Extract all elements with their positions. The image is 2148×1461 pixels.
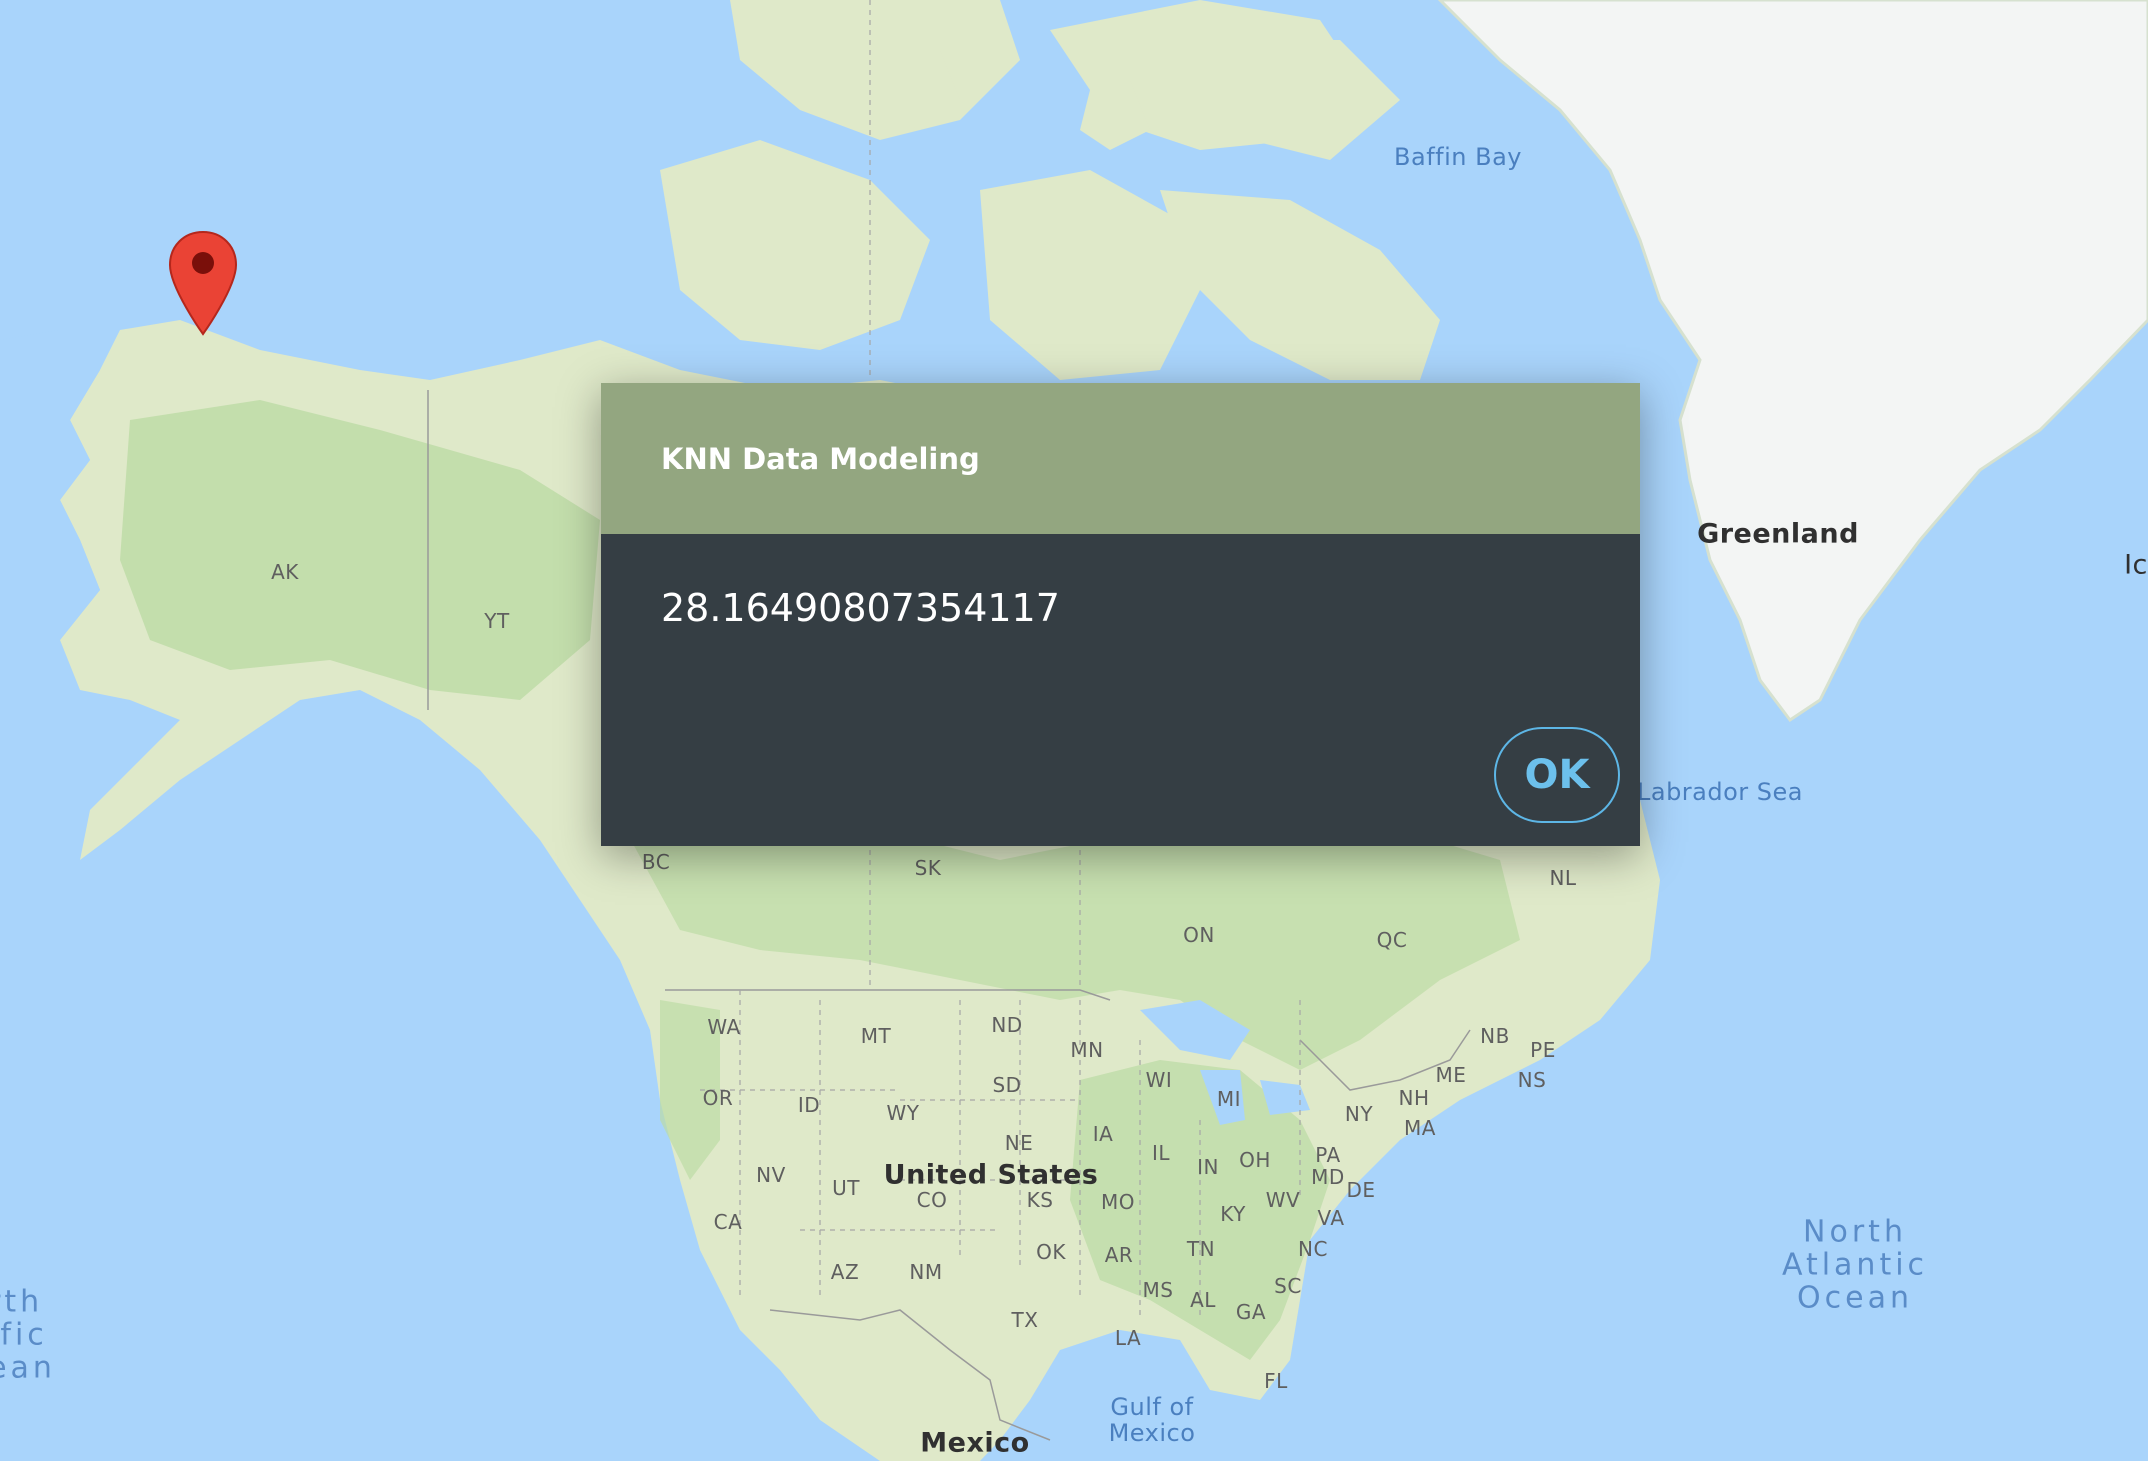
label-region: KS (1026, 1188, 1054, 1212)
label-greenland: Greenland (1697, 518, 1859, 550)
dialog-header: KNN Data Modeling (601, 383, 1640, 534)
label-region: MN (1070, 1038, 1104, 1062)
dialog-body: 28.16490807354117 (601, 534, 1640, 846)
label-region: MI (1216, 1087, 1242, 1111)
label-region: IA (1092, 1122, 1114, 1146)
label-region: BC (641, 850, 671, 874)
label-region: UT (832, 1176, 860, 1200)
label-region: PE (1530, 1038, 1556, 1062)
label-region: SC (1274, 1274, 1302, 1298)
label-gulf-of-mexico: Gulf of Mexico (1108, 1393, 1196, 1447)
label-region: LA (1114, 1326, 1142, 1350)
map-pin-icon[interactable] (168, 230, 238, 336)
dialog-message: 28.16490807354117 (661, 586, 1060, 630)
label-region: NM (909, 1260, 943, 1284)
label-region: MD (1311, 1165, 1345, 1189)
ok-button[interactable]: OK (1494, 727, 1620, 823)
dialog-title: KNN Data Modeling (661, 441, 980, 476)
label-region: KY (1220, 1202, 1246, 1226)
label-region: NL (1549, 866, 1577, 890)
label-region: NE (1004, 1131, 1034, 1155)
label-mexico: Mexico (920, 1427, 1030, 1459)
label-region: OK (1036, 1240, 1066, 1264)
label-region: MO (1101, 1190, 1135, 1214)
label-region: SD (992, 1073, 1022, 1097)
label-region: WI (1145, 1068, 1173, 1092)
label-region: TX (1011, 1308, 1039, 1332)
label-region: NS (1517, 1068, 1547, 1092)
label-region: OH (1239, 1148, 1271, 1172)
label-region: AK (271, 560, 299, 584)
label-region: PA (1315, 1143, 1341, 1167)
label-region: AR (1104, 1243, 1134, 1267)
label-region: ON (1183, 923, 1215, 947)
label-region: TN (1186, 1237, 1216, 1261)
label-baffin-bay: Baffin Bay (1394, 143, 1522, 171)
label-region: CA (713, 1210, 743, 1234)
label-region: MA (1404, 1116, 1436, 1140)
label-region: NB (1480, 1024, 1510, 1048)
label-region: CO (916, 1188, 948, 1212)
label-region: MS (1142, 1278, 1174, 1302)
label-region: WV (1265, 1188, 1301, 1212)
label-region: NH (1398, 1086, 1430, 1110)
label-region: ID (797, 1093, 821, 1117)
label-region: WA (707, 1015, 741, 1039)
label-region: GA (1235, 1300, 1267, 1324)
label-region: ME (1435, 1063, 1467, 1087)
label-region: IN (1197, 1155, 1219, 1179)
label-region: OR (702, 1086, 734, 1110)
label-region: AZ (830, 1260, 860, 1284)
label-north-pacific-ocean: rth ific ean (0, 1284, 56, 1386)
label-region: FL (1264, 1369, 1288, 1393)
label-region: WY (886, 1101, 920, 1125)
label-region: VA (1317, 1206, 1345, 1230)
label-region: NV (756, 1163, 786, 1187)
label-region: DE (1346, 1178, 1376, 1202)
label-region: YT (484, 609, 510, 633)
label-labrador-sea: Labrador Sea (1636, 778, 1804, 806)
label-region: QC (1376, 928, 1408, 952)
label-region: ND (991, 1013, 1023, 1037)
label-iceland: Ic (2124, 549, 2148, 581)
label-united-states: United States (883, 1159, 1099, 1191)
label-region: NC (1298, 1237, 1328, 1261)
label-region: AL (1190, 1288, 1216, 1312)
label-north-atlantic-ocean: North Atlantic Ocean (1781, 1214, 1929, 1316)
label-region: IL (1151, 1141, 1171, 1165)
label-region: SK (914, 856, 942, 880)
label-region: MT (860, 1024, 892, 1048)
knn-result-dialog: KNN Data Modeling 28.16490807354117 (601, 383, 1640, 846)
label-region: NY (1344, 1102, 1374, 1126)
